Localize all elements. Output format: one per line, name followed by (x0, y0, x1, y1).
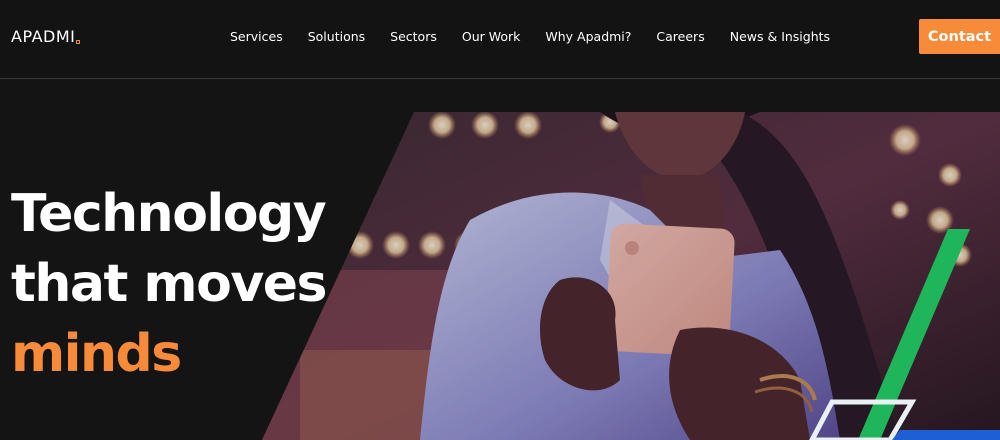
nav-item-careers[interactable]: Careers (656, 29, 704, 44)
hero-section: Technology that moves minds (0, 80, 1000, 440)
hero-line-1: Technology (11, 184, 327, 244)
logo-dot-icon (76, 40, 81, 44)
nav-item-why-apadmi[interactable]: Why Apadmi? (545, 29, 631, 44)
nav-item-sectors[interactable]: Sectors (390, 29, 437, 44)
contact-button[interactable]: Contact (919, 19, 1000, 54)
hero-line-3-highlight: minds (11, 324, 182, 384)
brand-name: APADMI (11, 27, 76, 46)
nav-item-our-work[interactable]: Our Work (462, 29, 521, 44)
site-header: APADMI Services Solutions Sectors Our Wo… (0, 0, 1000, 79)
main-nav: Services Solutions Sectors Our Work Why … (230, 29, 830, 44)
nav-item-solutions[interactable]: Solutions (308, 29, 365, 44)
brand-logo[interactable]: APADMI (11, 27, 81, 46)
nav-item-news-insights[interactable]: News & Insights (730, 29, 830, 44)
hero-heading: Technology that moves minds (11, 179, 327, 389)
nav-item-services[interactable]: Services (230, 29, 283, 44)
hero-line-2: that moves (11, 254, 327, 314)
